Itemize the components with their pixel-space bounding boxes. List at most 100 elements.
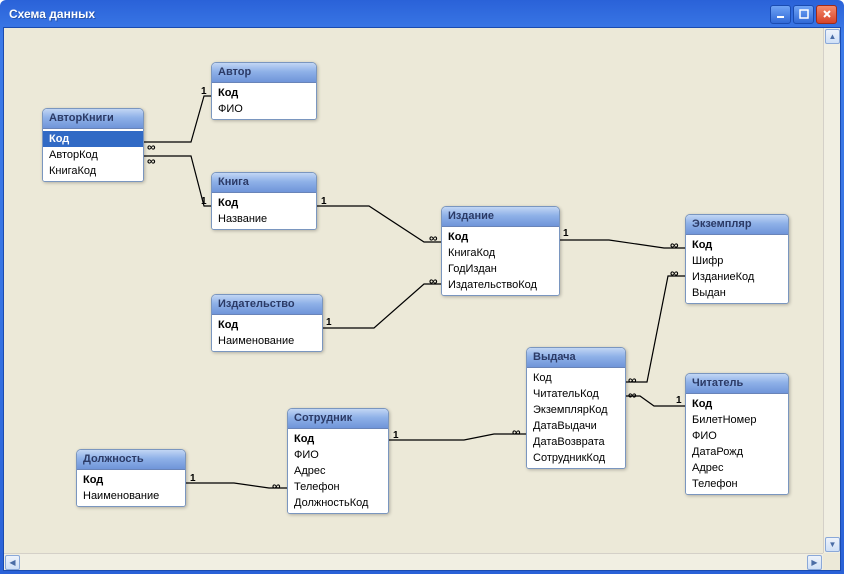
field-item[interactable]: ФИО bbox=[686, 428, 788, 444]
client-area: ∞ 1 ∞ 1 1 ∞ 1 ∞ 1 ∞ ∞ ∞ 1 ∞ 1 ∞ 1 ∞ Авто… bbox=[3, 27, 841, 571]
table-fields: Код Название bbox=[212, 193, 316, 229]
maximize-button[interactable] bbox=[793, 5, 814, 24]
window: Схема данных bbox=[0, 0, 844, 574]
cardinality-one: 1 bbox=[201, 196, 207, 207]
field-item[interactable]: ИздательствоКод bbox=[442, 277, 559, 293]
table-header[interactable]: Издательство bbox=[212, 295, 322, 315]
scroll-left-button[interactable]: ◀ bbox=[5, 555, 20, 570]
cardinality-one: 1 bbox=[676, 395, 682, 406]
cardinality-many: ∞ bbox=[429, 274, 436, 288]
field-item[interactable]: ГодИздан bbox=[442, 261, 559, 277]
table-header[interactable]: Книга bbox=[212, 173, 316, 193]
field-item[interactable]: ДатаРожд bbox=[686, 444, 788, 460]
close-button[interactable] bbox=[816, 5, 837, 24]
scroll-down-button[interactable]: ▼ bbox=[825, 537, 840, 552]
field-item[interactable]: Наименование bbox=[77, 488, 185, 504]
field-item[interactable]: СотрудникКод bbox=[527, 450, 625, 466]
field-item[interactable]: БилетНомер bbox=[686, 412, 788, 428]
cardinality-many: ∞ bbox=[670, 266, 677, 280]
chevron-right-icon: ▶ bbox=[811, 558, 817, 567]
field-item[interactable]: Адрес bbox=[288, 463, 388, 479]
table-header[interactable]: Читатель bbox=[686, 374, 788, 394]
table-fields: Код Шифр ИзданиеКод Выдан bbox=[686, 235, 788, 303]
table-fields: Код ЧитательКод ЭкземплярКод ДатаВыдачи … bbox=[527, 368, 625, 468]
field-item[interactable]: Шифр bbox=[686, 253, 788, 269]
diagram-canvas[interactable]: ∞ 1 ∞ 1 1 ∞ 1 ∞ 1 ∞ ∞ ∞ 1 ∞ 1 ∞ 1 ∞ Авто… bbox=[4, 28, 823, 553]
cardinality-many: ∞ bbox=[147, 140, 154, 154]
table-fields: Код Наименование bbox=[212, 315, 322, 351]
table-avtor[interactable]: Автор Код ФИО bbox=[211, 62, 317, 120]
field-item[interactable]: Код bbox=[212, 85, 316, 101]
scroll-corner bbox=[823, 553, 840, 570]
field-item[interactable]: КнигаКод bbox=[43, 163, 143, 179]
horizontal-scrollbar[interactable]: ◀ ▶ bbox=[4, 553, 823, 570]
minimize-icon bbox=[776, 9, 786, 19]
table-izdanie[interactable]: Издание Код КнигаКод ГодИздан Издательст… bbox=[441, 206, 560, 296]
table-dolzhnost[interactable]: Должность Код Наименование bbox=[76, 449, 186, 507]
field-item[interactable]: Телефон bbox=[288, 479, 388, 495]
chevron-down-icon: ▼ bbox=[829, 540, 837, 549]
field-item[interactable]: ЭкземплярКод bbox=[527, 402, 625, 418]
titlebar: Схема данных bbox=[3, 3, 841, 27]
field-item[interactable]: ФИО bbox=[288, 447, 388, 463]
cardinality-one: 1 bbox=[190, 473, 196, 484]
field-item[interactable]: Наименование bbox=[212, 333, 322, 349]
cardinality-many: ∞ bbox=[670, 238, 677, 252]
field-item[interactable]: Код bbox=[77, 472, 185, 488]
window-title: Схема данных bbox=[9, 7, 95, 21]
cardinality-one: 1 bbox=[201, 86, 207, 97]
cardinality-one: 1 bbox=[326, 317, 332, 328]
field-item[interactable]: ФИО bbox=[212, 101, 316, 117]
field-item[interactable]: Код bbox=[442, 229, 559, 245]
field-item[interactable]: КнигаКод bbox=[442, 245, 559, 261]
field-item[interactable]: Код bbox=[43, 131, 143, 147]
table-fields: Код АвторКод КнигаКод bbox=[43, 129, 143, 181]
field-item[interactable]: ЧитательКод bbox=[527, 386, 625, 402]
cardinality-one: 1 bbox=[393, 430, 399, 441]
field-item[interactable]: ИзданиеКод bbox=[686, 269, 788, 285]
field-item[interactable]: ДатаВыдачи bbox=[527, 418, 625, 434]
field-item[interactable]: Название bbox=[212, 211, 316, 227]
cardinality-one: 1 bbox=[321, 196, 327, 207]
table-header[interactable]: Автор bbox=[212, 63, 316, 83]
field-item[interactable]: Код bbox=[686, 237, 788, 253]
minimize-button[interactable] bbox=[770, 5, 791, 24]
cardinality-many: ∞ bbox=[147, 154, 154, 168]
field-item[interactable]: Код bbox=[212, 317, 322, 333]
field-item[interactable]: Выдан bbox=[686, 285, 788, 301]
cardinality-many: ∞ bbox=[628, 388, 635, 402]
scroll-up-button[interactable]: ▲ bbox=[825, 29, 840, 44]
field-item[interactable]: Код bbox=[686, 396, 788, 412]
field-item[interactable]: Адрес bbox=[686, 460, 788, 476]
cardinality-many: ∞ bbox=[628, 373, 635, 387]
field-item[interactable]: АвторКод bbox=[43, 147, 143, 163]
cardinality-many: ∞ bbox=[272, 479, 279, 493]
field-item[interactable]: ДолжностьКод bbox=[288, 495, 388, 511]
table-fields: Код КнигаКод ГодИздан ИздательствоКод bbox=[442, 227, 559, 295]
table-header[interactable]: Издание bbox=[442, 207, 559, 227]
table-chitatel[interactable]: Читатель Код БилетНомер ФИО ДатаРожд Адр… bbox=[685, 373, 789, 495]
table-header[interactable]: Сотрудник bbox=[288, 409, 388, 429]
table-header[interactable]: Выдача bbox=[527, 348, 625, 368]
table-kniga[interactable]: Книга Код Название bbox=[211, 172, 317, 230]
table-ekzemplyar[interactable]: Экземпляр Код Шифр ИзданиеКод Выдан bbox=[685, 214, 789, 304]
table-avtorknigi[interactable]: АвторКниги Код АвторКод КнигаКод bbox=[42, 108, 144, 182]
table-fields: Код Наименование bbox=[77, 470, 185, 506]
maximize-icon bbox=[799, 9, 809, 19]
table-header[interactable]: АвторКниги bbox=[43, 109, 143, 129]
table-header[interactable]: Должность bbox=[77, 450, 185, 470]
table-vydacha[interactable]: Выдача Код ЧитательКод ЭкземплярКод Дата… bbox=[526, 347, 626, 469]
field-item[interactable]: Код bbox=[288, 431, 388, 447]
table-izdatelstvo[interactable]: Издательство Код Наименование bbox=[211, 294, 323, 352]
scroll-right-button[interactable]: ▶ bbox=[807, 555, 822, 570]
cardinality-many: ∞ bbox=[512, 425, 519, 439]
table-sotrudnik[interactable]: Сотрудник Код ФИО Адрес Телефон Должност… bbox=[287, 408, 389, 514]
field-item[interactable]: ДатаВозврата bbox=[527, 434, 625, 450]
table-fields: Код БилетНомер ФИО ДатаРожд Адрес Телефо… bbox=[686, 394, 788, 494]
field-item[interactable]: Телефон bbox=[686, 476, 788, 492]
field-item[interactable]: Код bbox=[212, 195, 316, 211]
table-fields: Код ФИО bbox=[212, 83, 316, 119]
field-item[interactable]: Код bbox=[527, 370, 625, 386]
vertical-scrollbar[interactable]: ▲ ▼ bbox=[823, 28, 840, 553]
table-header[interactable]: Экземпляр bbox=[686, 215, 788, 235]
